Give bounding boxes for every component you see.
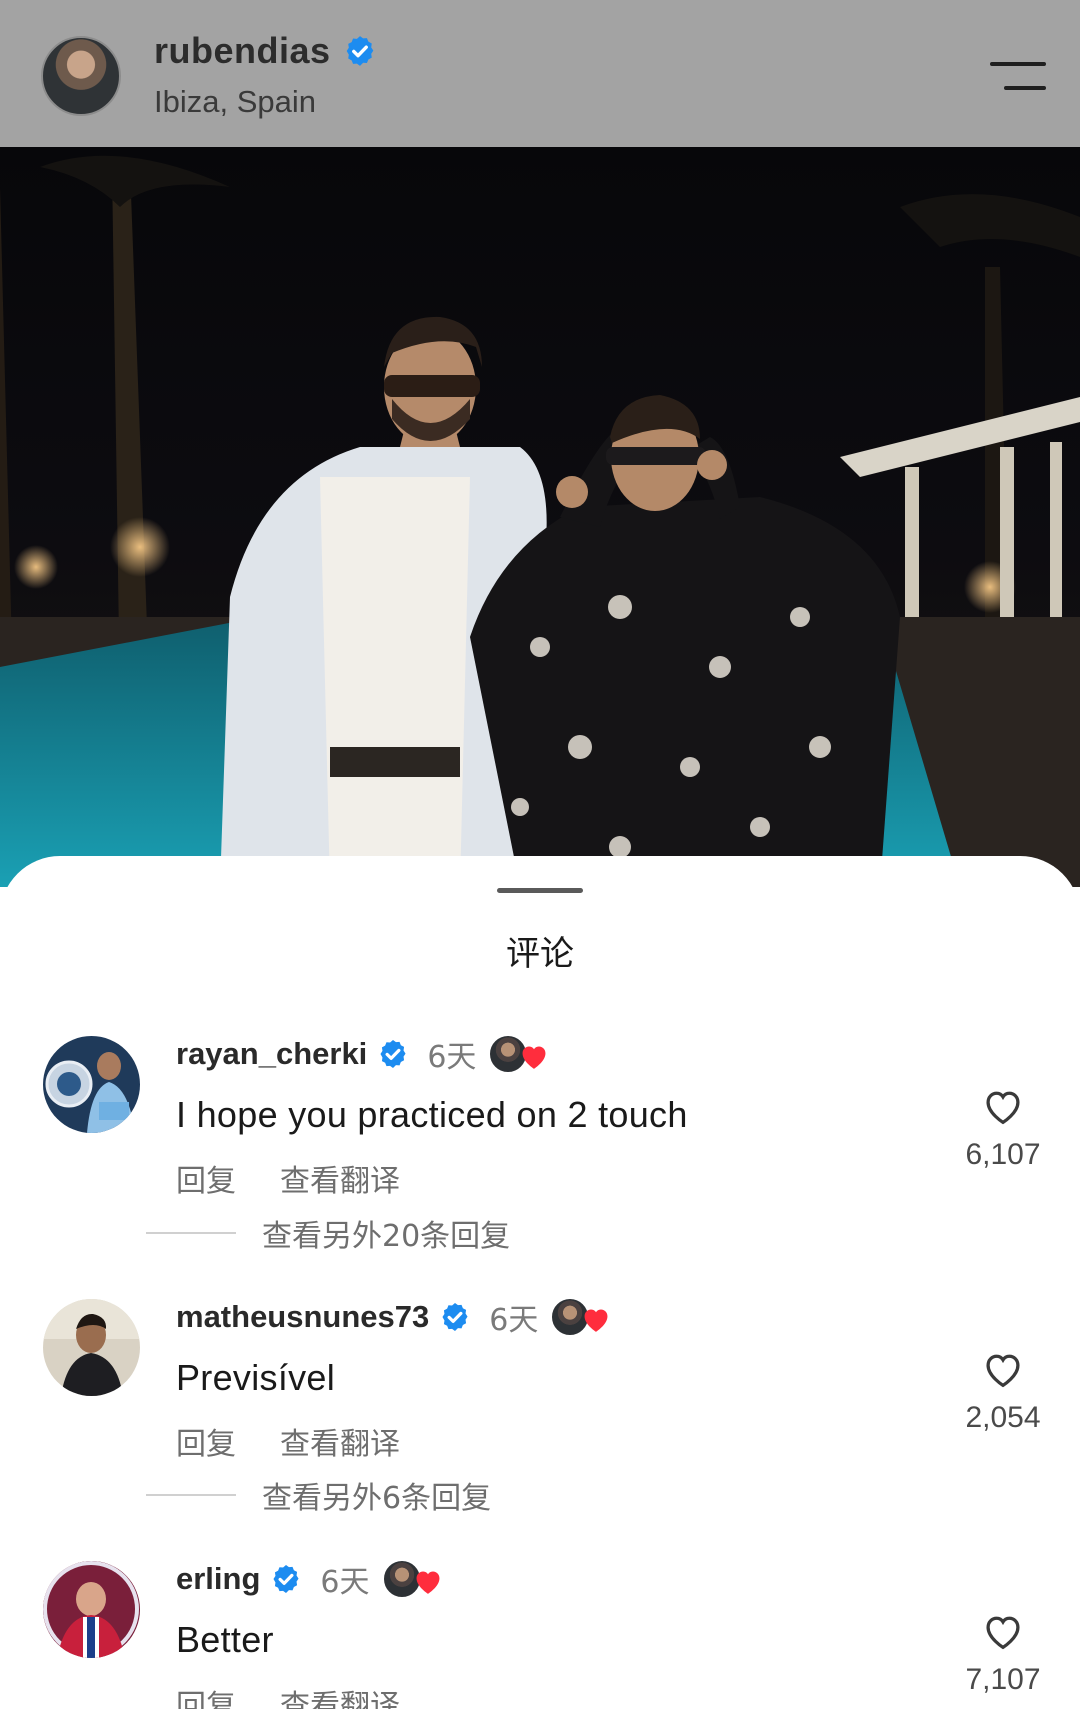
- translate-button[interactable]: 查看翻译: [280, 1681, 400, 1709]
- like-button[interactable]: 7,107: [948, 1611, 1058, 1697]
- sheet-title: 评论: [506, 934, 574, 974]
- post-location[interactable]: Ibiza, Spain: [154, 84, 316, 120]
- heart-filled-icon: [584, 1309, 608, 1332]
- post-photo[interactable]: [0, 147, 1080, 887]
- menu-button[interactable]: [990, 58, 1048, 94]
- comment-item: matheusnunes73 6天 Previsível 回复 查看翻译 2,0…: [0, 1297, 1080, 1469]
- commenter-username[interactable]: rayan_cherki: [176, 1036, 367, 1072]
- commenter-avatar[interactable]: [43, 1561, 140, 1658]
- comment-item: erling 6天 Better 回复 查看翻译 7,107: [0, 1559, 1080, 1709]
- comment-actions: 回复 查看翻译: [176, 1156, 400, 1200]
- comment-time: 6天: [427, 1040, 477, 1075]
- reply-button[interactable]: 回复: [176, 1419, 236, 1463]
- comment-actions: 回复 查看翻译: [176, 1419, 400, 1463]
- comment-actions: 回复 查看翻译: [176, 1681, 400, 1709]
- verified-badge-icon: [273, 1565, 299, 1593]
- heart-outline-icon: [986, 1354, 1020, 1388]
- author-liked-indicator: [488, 1032, 550, 1076]
- post-screen: rubendias Ibiza, Spain 评论 rayan_cherki 6…: [0, 0, 1080, 1709]
- heart-outline-icon: [986, 1091, 1020, 1125]
- comments-sheet: 评论 rayan_cherki 6天 I hope you practiced …: [0, 856, 1080, 1709]
- comment-time: 6天: [320, 1565, 370, 1600]
- view-more-replies-label[interactable]: 查看另外6条回复: [262, 1473, 491, 1517]
- translate-button[interactable]: 查看翻译: [280, 1156, 400, 1200]
- commenter-avatar[interactable]: [43, 1299, 140, 1396]
- author-liked-indicator: [381, 1557, 444, 1601]
- comment-header: matheusnunes73 6天: [176, 1293, 612, 1341]
- comment-text: I hope you practiced on 2 touch: [176, 1094, 688, 1135]
- commenter-avatar[interactable]: [43, 1036, 140, 1133]
- comment-time: 6天: [489, 1303, 539, 1338]
- like-button[interactable]: 2,054: [948, 1349, 1058, 1435]
- sheet-grabber[interactable]: [497, 888, 583, 893]
- like-count: 2,054: [965, 1401, 1041, 1434]
- author-username-row[interactable]: rubendias: [154, 30, 377, 72]
- view-more-replies-label[interactable]: 查看另外20条回复: [262, 1211, 510, 1255]
- comment-header: rayan_cherki 6天: [176, 1030, 550, 1078]
- comment-text: Better: [176, 1619, 274, 1660]
- reply-button[interactable]: 回复: [176, 1681, 236, 1709]
- comment-item: rayan_cherki 6天 I hope you practiced on …: [0, 1034, 1080, 1206]
- verified-badge-icon: [442, 1303, 468, 1331]
- heart-filled-icon: [522, 1046, 546, 1069]
- translate-button[interactable]: 查看翻译: [280, 1419, 400, 1463]
- like-button[interactable]: 6,107: [948, 1086, 1058, 1172]
- view-more-replies[interactable]: 查看另外6条回复: [146, 1473, 491, 1517]
- like-count: 6,107: [965, 1138, 1041, 1171]
- menu-icon: [990, 62, 1046, 66]
- author-liked-indicator: [550, 1295, 612, 1339]
- comment-text: Previsível: [176, 1357, 336, 1398]
- post-header: rubendias Ibiza, Spain: [0, 0, 1080, 147]
- author-avatar[interactable]: [41, 36, 121, 116]
- heart-filled-icon: [416, 1571, 439, 1594]
- reply-button[interactable]: 回复: [176, 1156, 236, 1200]
- verified-badge-icon: [380, 1040, 406, 1068]
- author-username[interactable]: rubendias: [154, 30, 331, 72]
- comment-header: erling 6天: [176, 1555, 444, 1603]
- commenter-username[interactable]: erling: [176, 1561, 260, 1597]
- like-count: 7,107: [965, 1663, 1041, 1696]
- photo-night-pool-scene: [0, 147, 1080, 887]
- verified-badge-icon: [346, 36, 373, 66]
- heart-outline-icon: [986, 1616, 1020, 1650]
- view-more-replies[interactable]: 查看另外20条回复: [146, 1211, 510, 1255]
- commenter-username[interactable]: matheusnunes73: [176, 1299, 429, 1335]
